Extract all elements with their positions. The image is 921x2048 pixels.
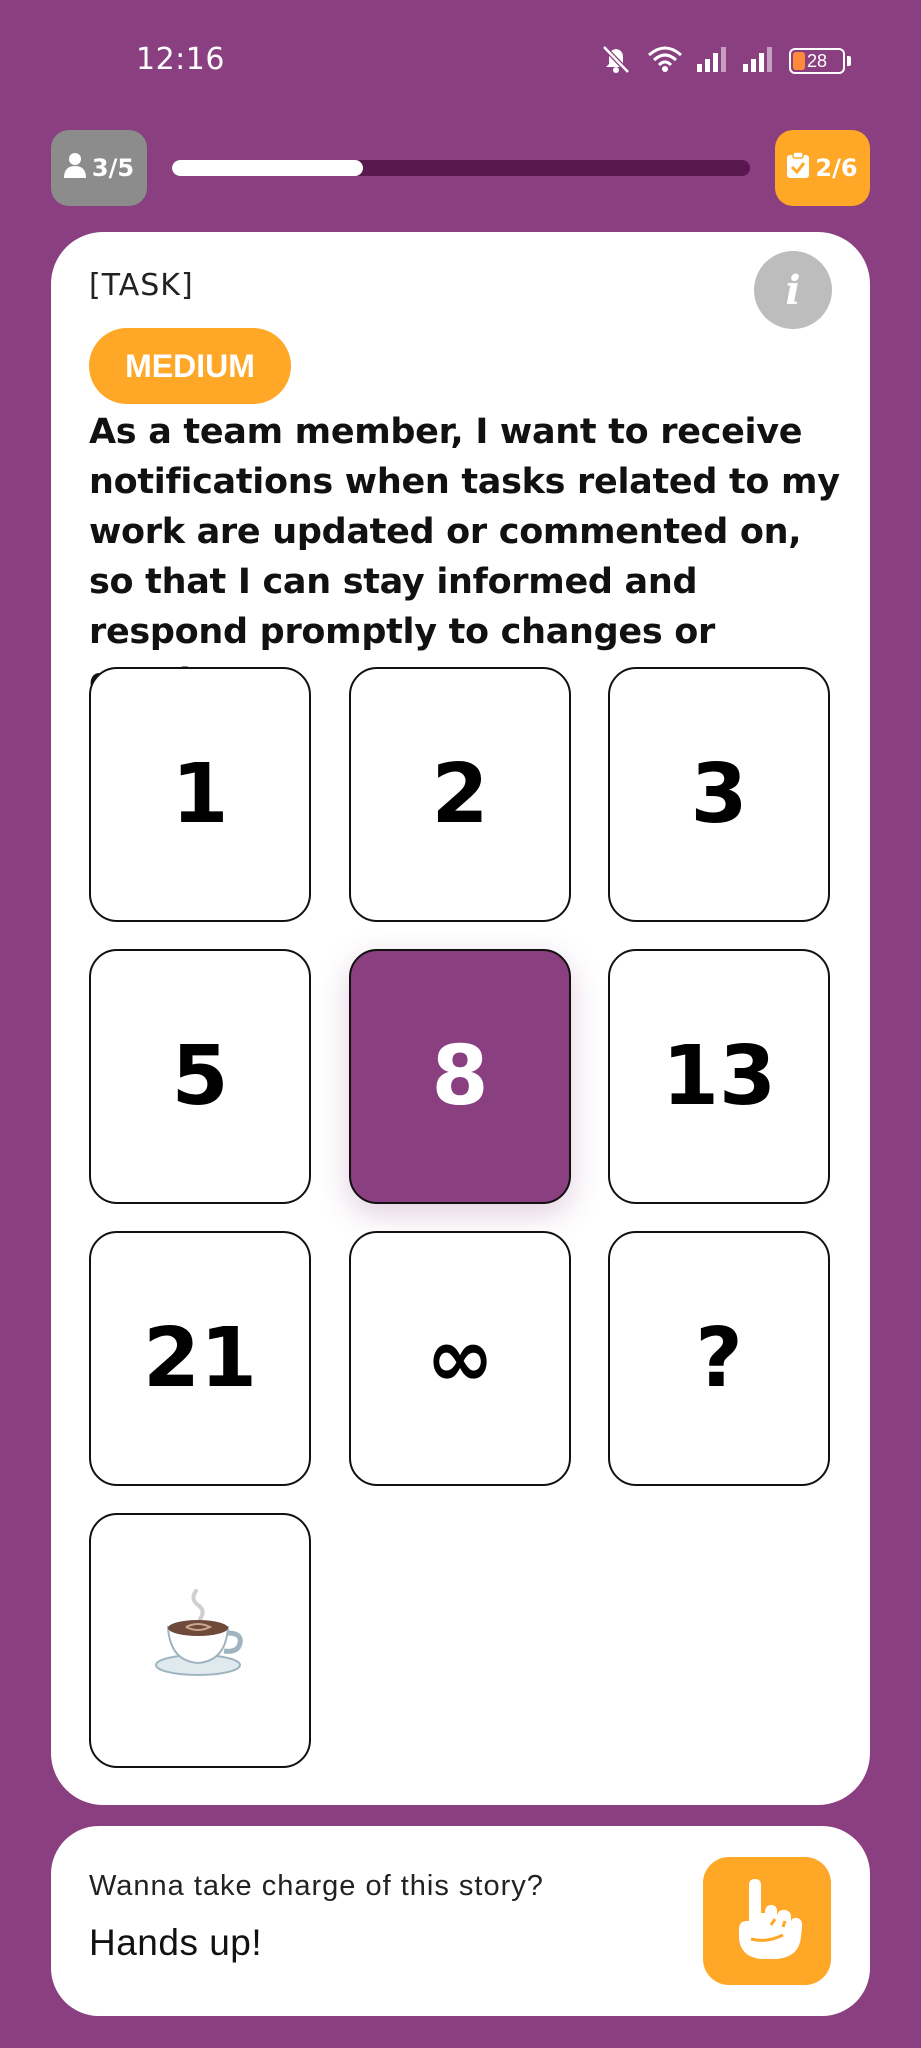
progress-row: 3/5 2/6 [0, 130, 921, 208]
signal-icon [743, 46, 775, 76]
players-count-pill[interactable]: 3/5 [51, 130, 147, 206]
estimate-card-21[interactable]: 21 [89, 1231, 311, 1486]
take-charge-prompt: Wanna take charge of this story? [89, 1870, 544, 1902]
status-icons: 28 [599, 44, 851, 78]
wifi-icon [647, 45, 683, 77]
battery-icon: 28 [789, 48, 845, 74]
progress-fill [172, 160, 363, 176]
difficulty-badge: MEDIUM [89, 328, 291, 404]
story-text: As a team member, I want to receive noti… [89, 412, 840, 702]
estimate-card-3[interactable]: 3 [608, 667, 830, 922]
signal-icon [697, 46, 729, 76]
take-charge-cta: Hands up! [89, 1922, 263, 1963]
coffee-icon [152, 1583, 248, 1699]
clipboard-check-icon [787, 151, 810, 184]
estimate-card-13[interactable]: 13 [608, 949, 830, 1204]
take-charge-panel: Wanna take charge of this story? Hands u… [51, 1826, 870, 2016]
task-card: [TASK] i MEDIUM As a team member, I want… [51, 232, 870, 1805]
battery-level: 28 [806, 50, 828, 71]
tasks-count-pill[interactable]: 2/6 [775, 130, 870, 206]
status-time: 12:16 [136, 42, 225, 77]
estimate-card-unknown[interactable]: ? [608, 1231, 830, 1486]
estimate-card-5[interactable]: 5 [89, 949, 311, 1204]
estimate-card-2[interactable]: 2 [349, 667, 571, 922]
estimate-card-coffee[interactable] [89, 1513, 311, 1768]
info-icon[interactable]: i [754, 251, 832, 329]
user-icon [63, 152, 86, 184]
tasks-count: 2/6 [815, 154, 858, 182]
progress-bar [172, 160, 750, 176]
hand-pointing-icon [731, 1879, 803, 1963]
estimate-card-1[interactable]: 1 [89, 667, 311, 922]
hands-up-button[interactable] [703, 1857, 831, 1985]
estimate-card-grid: 1 2 3 5 8 13 21 ∞ ? [89, 667, 831, 1768]
battery-tip [847, 56, 851, 66]
task-label: [TASK] [89, 268, 194, 303]
estimate-card-infinity[interactable]: ∞ [349, 1231, 571, 1486]
players-count: 3/5 [91, 154, 135, 182]
estimate-card-8[interactable]: 8 [349, 949, 571, 1204]
status-bar: 12:16 28 [0, 0, 921, 120]
mute-icon [599, 44, 633, 78]
